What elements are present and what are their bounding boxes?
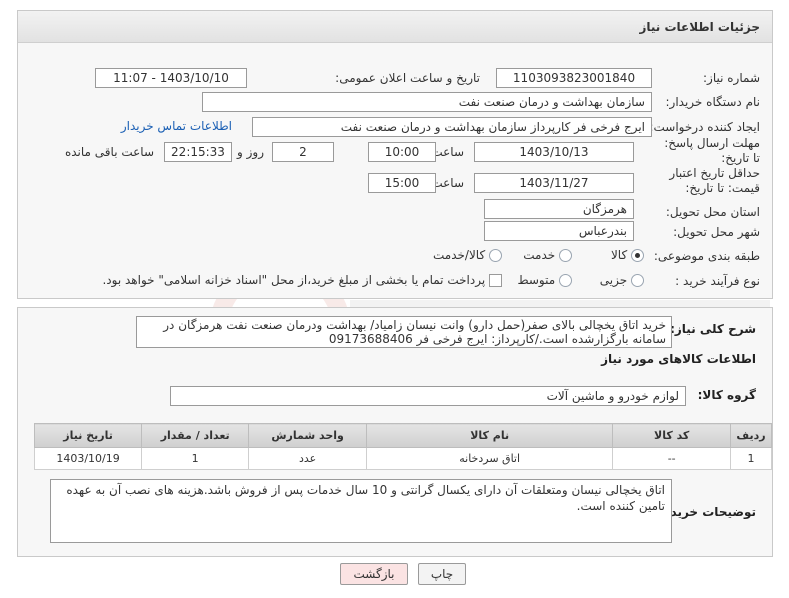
need-description-panel: شرح کلی نیاز: خرید اتاق یخچالی بالای صفر… bbox=[17, 307, 773, 557]
treasury-checkbox[interactable] bbox=[489, 274, 502, 287]
cell-unit: عدد bbox=[248, 447, 367, 470]
buyer-org-label: نام دستگاه خریدار: bbox=[665, 95, 761, 109]
days-field: 2 bbox=[272, 142, 334, 162]
category-option-goods[interactable]: کالا bbox=[611, 248, 644, 262]
reply-time-label: ساعت bbox=[431, 145, 464, 159]
back-button[interactable]: بازگشت bbox=[340, 563, 408, 585]
purchase-option-medium-label: متوسط bbox=[517, 273, 556, 287]
goods-table: ردیف کد کالا نام کالا واحد شمارش تعداد /… bbox=[33, 423, 772, 470]
col-name: نام کالا bbox=[365, 423, 614, 448]
province-label: استان محل تحویل: bbox=[665, 205, 760, 219]
radio-medium[interactable] bbox=[559, 274, 572, 287]
city-label: شهر محل تحویل: bbox=[673, 225, 760, 239]
panel-header: جزئیات اطلاعات نیاز bbox=[18, 11, 772, 43]
description-label: شرح کلی نیاز: bbox=[670, 322, 756, 336]
goods-group-field: لوازم خودرو و ماشین آلات bbox=[170, 386, 686, 406]
days-label: روز و bbox=[237, 145, 264, 159]
need-number-field: 1103093823001840 bbox=[496, 68, 652, 88]
requester-label: ایجاد کننده درخواست: bbox=[649, 120, 760, 134]
col-code: کد کالا bbox=[612, 423, 732, 448]
category-option-goods-label: کالا bbox=[610, 248, 628, 262]
purchase-option-minor-label: جزیی bbox=[599, 273, 628, 287]
remaining-label: ساعت باقی مانده bbox=[64, 145, 154, 159]
reply-deadline-label: مهلت ارسال پاسخ: تا تاریخ: bbox=[664, 136, 760, 165]
radio-minor[interactable] bbox=[631, 274, 644, 287]
purchase-option-medium[interactable]: متوسط bbox=[517, 273, 572, 287]
goods-group-label: گروه کالا: bbox=[697, 388, 756, 402]
radio-service[interactable] bbox=[559, 249, 572, 262]
buyer-contact-link[interactable]: اطلاعات تماس خریدار bbox=[121, 119, 232, 133]
category-label: طبقه بندی موضوعی: bbox=[653, 249, 760, 263]
radio-goods-service[interactable] bbox=[489, 249, 502, 262]
col-row: ردیف bbox=[730, 423, 772, 448]
purchase-type-label: نوع فرآیند خرید : bbox=[675, 274, 760, 288]
province-field: هرمزگان bbox=[484, 199, 634, 219]
cell-quantity: 1 bbox=[141, 447, 250, 470]
requester-field: ایرج فرخی فر کارپرداز سازمان بهداشت و در… bbox=[252, 117, 652, 137]
description-textarea[interactable]: خرید اتاق یخچالی بالای صفر(حمل دارو) وان… bbox=[136, 316, 672, 348]
need-details-panel: جزئیات اطلاعات نیاز شماره نیاز: 11030938… bbox=[17, 10, 773, 299]
announce-field: 1403/10/10 - 11:07 bbox=[95, 68, 247, 88]
goods-table-header: ردیف کد کالا نام کالا واحد شمارش تعداد /… bbox=[33, 423, 772, 448]
buyer-org-field: سازمان بهداشت و درمان صنعت نفت bbox=[202, 92, 652, 112]
need-number-label: شماره نیاز: bbox=[703, 71, 760, 85]
radio-goods[interactable] bbox=[631, 249, 644, 262]
purchase-option-minor[interactable]: جزیی bbox=[600, 273, 644, 287]
category-option-both[interactable]: کالا/خدمت bbox=[433, 248, 502, 262]
category-option-both-label: کالا/خدمت bbox=[432, 248, 486, 262]
price-time-label: ساعت bbox=[431, 176, 464, 190]
cell-row: 1 bbox=[730, 447, 772, 470]
price-time-field: 15:00 bbox=[368, 173, 436, 193]
announce-label: تاریخ و ساعت اعلان عمومی: bbox=[335, 71, 480, 85]
category-option-service-label: خدمت bbox=[523, 248, 556, 262]
table-row: 1 -- اتاق سردخانه عدد 1 1403/10/19 bbox=[33, 447, 772, 470]
col-quantity: تعداد / مقدار bbox=[141, 423, 250, 448]
treasury-note: پرداخت تمام یا بخشی از مبلغ خرید،از محل … bbox=[102, 273, 486, 287]
category-option-service[interactable]: خدمت bbox=[523, 248, 572, 262]
reply-time-field: 10:00 bbox=[368, 142, 436, 162]
col-unit: واحد شمارش bbox=[248, 423, 367, 448]
reply-date-field: 1403/10/13 bbox=[474, 142, 634, 162]
buyer-notes-textarea[interactable]: اتاق یخچالی نیسان ومتعلقات آن دارای یکسا… bbox=[50, 479, 672, 543]
remaining-time-field: 22:15:33 bbox=[164, 142, 232, 162]
price-date-field: 1403/11/27 bbox=[474, 173, 634, 193]
goods-section-title: اطلاعات کالاهای مورد نیاز bbox=[601, 352, 756, 366]
city-field: بندرعباس bbox=[484, 221, 634, 241]
treasury-payment-option[interactable]: پرداخت تمام یا بخشی از مبلغ خرید،از محل … bbox=[102, 273, 502, 287]
cell-date: 1403/10/19 bbox=[33, 447, 143, 470]
price-validity-label: حداقل تاریخ اعتبار قیمت: تا تاریخ: bbox=[669, 166, 760, 195]
page-title: جزئیات اطلاعات نیاز bbox=[639, 20, 760, 34]
print-button[interactable]: چاپ bbox=[418, 563, 466, 585]
cell-name: اتاق سردخانه bbox=[365, 447, 614, 470]
col-date: تاریخ نیاز bbox=[33, 423, 143, 448]
cell-code: -- bbox=[612, 447, 732, 470]
